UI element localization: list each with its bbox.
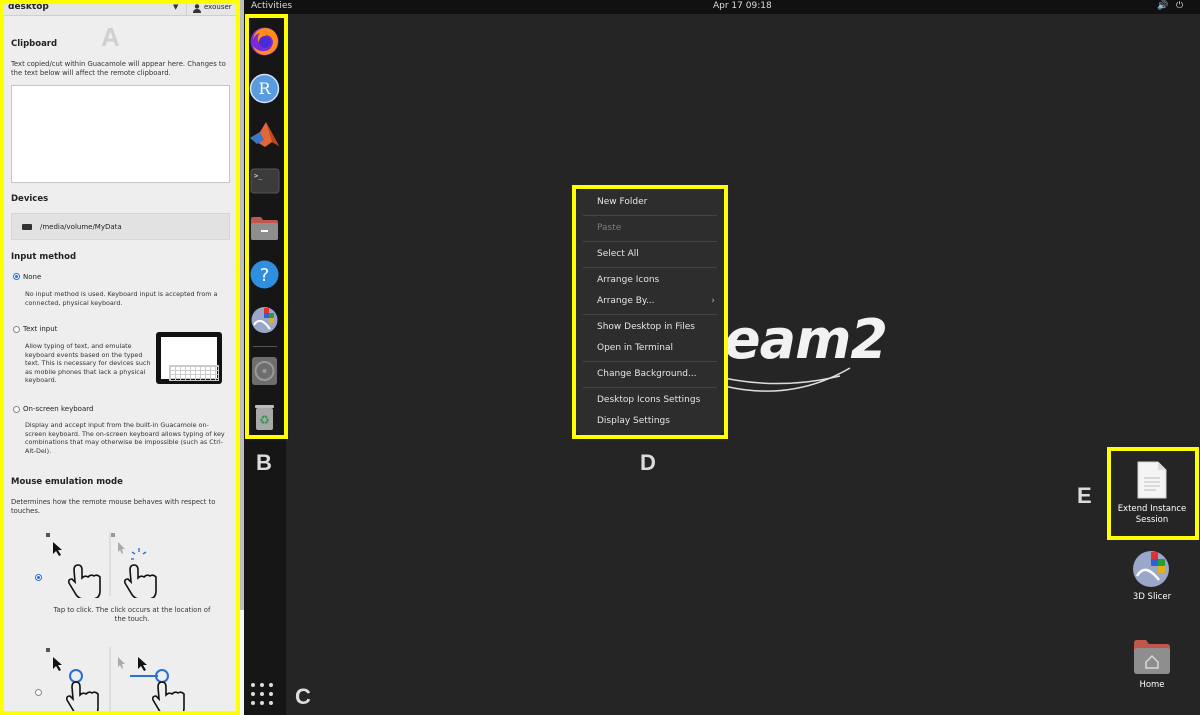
chevron-down-icon[interactable]: ▼	[173, 3, 178, 11]
dock: R >_ ? ♻	[244, 14, 286, 715]
input-method-title: Input method	[11, 252, 77, 262]
document-icon	[1137, 461, 1167, 499]
menu-separator	[583, 215, 717, 216]
menu-separator	[583, 267, 717, 268]
devices-title: Devices	[11, 194, 49, 204]
radio-touchpad-mode[interactable]	[35, 689, 42, 696]
menu-separator	[583, 241, 717, 242]
menu-separator	[583, 314, 717, 315]
tablet-keyboard-image	[156, 332, 222, 384]
clipboard-title: Clipboard	[11, 39, 58, 49]
option-none-label[interactable]: None	[23, 273, 41, 281]
svg-text:>_: >_	[254, 172, 263, 180]
menu-open-in-terminal[interactable]: Open in Terminal	[576, 338, 724, 359]
radio-none[interactable]	[13, 273, 20, 280]
callout-d: D	[640, 450, 656, 475]
radio-touchscreen-mode[interactable]	[35, 574, 42, 581]
touchscreen-mode-illustration	[46, 532, 157, 598]
connection-name[interactable]: desktop	[8, 2, 49, 12]
chevron-right-icon: ›	[711, 296, 715, 306]
slicer-icon	[1133, 551, 1169, 587]
menu-desktop-icons-settings[interactable]: Desktop Icons Settings	[576, 390, 724, 411]
r-icon[interactable]: R	[248, 72, 281, 105]
slicer-icon[interactable]	[248, 303, 281, 336]
menu-new-folder[interactable]: New Folder	[576, 192, 724, 213]
mouse-mode-description: Determines how the remote mouse behaves …	[11, 498, 216, 515]
terminal-icon[interactable]: >_	[248, 164, 281, 197]
user-name: exouser	[204, 3, 232, 11]
option-text-input-label[interactable]: Text input	[23, 325, 57, 333]
menu-select-all[interactable]: Select All	[576, 244, 724, 265]
svg-text:?: ?	[260, 265, 270, 286]
wallpaper-swoosh	[723, 367, 851, 392]
option-none-description: No input method is used. Keyboard input …	[25, 290, 218, 307]
menu-arrange-icons[interactable]: Arrange Icons	[576, 270, 724, 291]
dock-separator	[253, 346, 277, 347]
guacamole-menu-panel: desktop ▼ exouser A Clipboard Text copie…	[0, 0, 244, 715]
extend-session-label: Extend Instance Session	[1117, 504, 1187, 525]
clipboard-description: Text copied/cut within Guacamole will ap…	[11, 60, 226, 77]
user-icon	[193, 4, 201, 13]
home-label: Home	[1139, 680, 1165, 690]
trash-icon[interactable]: ♻	[248, 400, 281, 433]
callout-b: B	[256, 450, 272, 475]
slicer-desktop-icon[interactable]: 3D Slicer	[1111, 548, 1193, 603]
slicer-label: 3D Slicer	[1132, 592, 1172, 602]
menu-change-background[interactable]: Change Background...	[576, 364, 724, 385]
device-item[interactable]: /media/volume/MyData	[11, 213, 230, 240]
menu-paste[interactable]: Paste	[576, 218, 724, 239]
svg-text:♻: ♻	[259, 413, 270, 427]
power-icon[interactable]: ⏻	[1176, 1, 1183, 11]
home-desktop-icon[interactable]: Home	[1111, 637, 1193, 691]
menu-separator	[583, 387, 717, 388]
touchpad-mode-illustration	[46, 647, 185, 715]
svg-text:R: R	[258, 79, 271, 98]
mode-1-caption: Tap to click. The click occurs at the lo…	[53, 606, 211, 623]
disc-icon[interactable]	[248, 354, 281, 387]
callout-c: C	[295, 684, 311, 709]
clock[interactable]: Apr 17 09:18	[713, 1, 772, 11]
show-apps-grid-icon[interactable]	[250, 682, 276, 708]
home-folder-icon	[1134, 640, 1170, 674]
help-icon[interactable]: ?	[248, 258, 281, 291]
menu-display-settings[interactable]: Display Settings	[576, 411, 724, 432]
activities-button[interactable]: Activities	[251, 1, 292, 11]
files-icon[interactable]	[248, 211, 281, 244]
clipboard-textarea[interactable]	[11, 85, 230, 183]
desktop-context-menu: New Folder Paste Select All Arrange Icon…	[575, 188, 725, 436]
extend-session-desktop-icon[interactable]: Extend Instance Session	[1111, 460, 1193, 526]
remote-desktop[interactable]: Activities Apr 17 09:18 🔊 ⏻ R >_ ? ♻ B C…	[244, 0, 1200, 715]
speaker-icon[interactable]: 🔊	[1157, 1, 1168, 11]
menu-arrange-by[interactable]: Arrange By... ›	[576, 291, 724, 312]
callout-e: E	[1077, 483, 1092, 508]
radio-text-input[interactable]	[13, 326, 20, 333]
menu-separator	[583, 361, 717, 362]
panel-header: desktop ▼ exouser	[0, 0, 240, 16]
user-menu[interactable]: exouser	[186, 0, 240, 16]
option-text-input-description: Allow typing of text, and emulate keyboa…	[25, 342, 151, 384]
drive-icon	[22, 224, 32, 230]
option-onscreen-description: Display and accept input from the built-…	[25, 421, 225, 455]
option-onscreen-label[interactable]: On-screen keyboard	[23, 405, 93, 413]
gnome-top-bar: Activities Apr 17 09:18 🔊 ⏻	[244, 0, 1200, 14]
firefox-icon[interactable]	[248, 25, 281, 58]
menu-show-desktop-in-files[interactable]: Show Desktop in Files	[576, 317, 724, 338]
mouse-mode-title: Mouse emulation mode	[11, 477, 123, 487]
device-path: /media/volume/MyData	[40, 223, 122, 231]
matlab-icon[interactable]	[248, 118, 281, 151]
menu-arrange-by-label: Arrange By...	[597, 296, 655, 306]
callout-a: A	[101, 22, 120, 52]
radio-onscreen-keyboard[interactable]	[13, 406, 20, 413]
